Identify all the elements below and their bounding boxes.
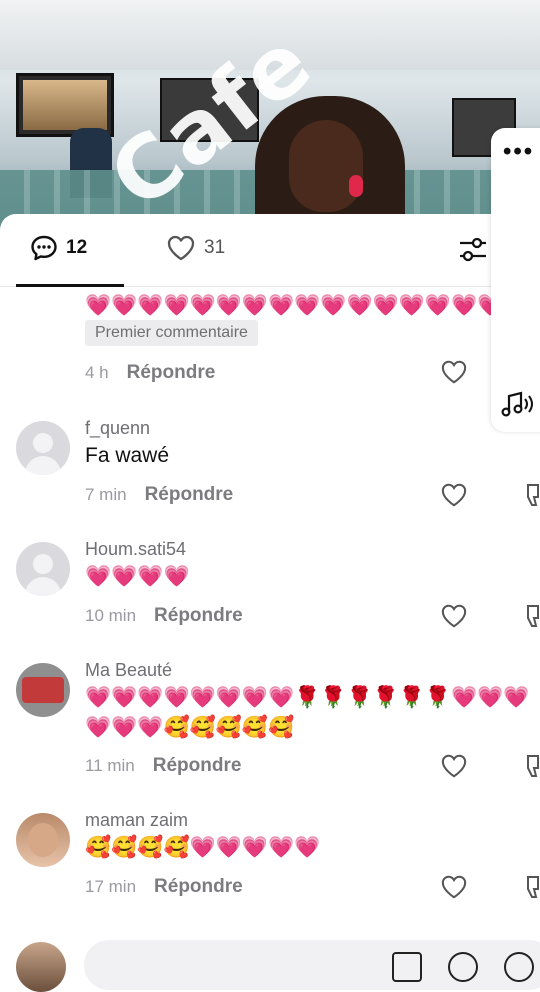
video-person-earring	[349, 175, 363, 197]
comment-time: 17 min	[85, 877, 137, 896]
comment-time: 7 min	[85, 485, 127, 504]
filter-sliders-icon[interactable]	[458, 236, 488, 264]
avatar[interactable]	[16, 663, 70, 717]
music-side-panel[interactable]: •••	[491, 128, 540, 432]
comment-username[interactable]: Ma Beauté	[85, 660, 172, 681]
like-heart-icon[interactable]	[440, 359, 468, 385]
comment-time: 10 min	[85, 606, 137, 625]
reply-button[interactable]: Répondre	[153, 755, 242, 776]
comment-meta: 10 min Répondre	[85, 605, 243, 627]
more-options-icon[interactable]: •••	[503, 138, 534, 166]
reply-button[interactable]: Répondre	[127, 362, 216, 383]
tab-comments[interactable]: 12	[30, 234, 87, 262]
avatar[interactable]	[16, 813, 70, 867]
heart-outline-icon	[167, 235, 195, 261]
image-icon[interactable]	[392, 952, 422, 982]
comment-text-line2: 💗💗💗🥰🥰🥰🥰🥰	[85, 716, 295, 739]
dislike-icon[interactable]	[526, 482, 540, 508]
comment-text: 💗💗💗💗💗💗💗💗🌹🌹🌹🌹🌹🌹💗💗💗	[85, 686, 530, 709]
like-heart-icon[interactable]	[440, 603, 468, 629]
comment-meta: 7 min Répondre	[85, 484, 233, 506]
comment-bubble-icon	[31, 235, 57, 261]
mention-icon[interactable]	[448, 952, 478, 982]
comment-time: 11 min	[85, 756, 135, 775]
dislike-icon[interactable]	[526, 753, 540, 779]
comment-meta: 17 min Répondre	[85, 876, 243, 898]
live-video[interactable]: Cafe	[0, 0, 540, 230]
tab-likes[interactable]: 31	[166, 234, 225, 262]
reply-button[interactable]: Répondre	[145, 484, 234, 505]
dislike-icon[interactable]	[526, 603, 540, 629]
comment-meta: 4 h Répondre	[85, 362, 215, 384]
reply-button[interactable]: Répondre	[154, 876, 243, 897]
comments-tabs: 12 31	[0, 214, 540, 287]
likes-count: 31	[204, 237, 226, 258]
user-avatar[interactable]	[16, 942, 66, 992]
comment-username[interactable]: f_quenn	[85, 418, 150, 439]
dislike-icon[interactable]	[526, 874, 540, 900]
avatar[interactable]	[16, 542, 70, 596]
comment-text: 💗💗💗💗	[85, 565, 190, 588]
avatar[interactable]	[16, 421, 70, 475]
comments-count: 12	[66, 237, 88, 258]
music-note-icon[interactable]	[500, 390, 536, 420]
comment-input-bar	[0, 922, 540, 992]
first-comment-badge: Premier commentaire	[85, 320, 258, 346]
comment-text: 🥰🥰🥰🥰💗💗💗💗💗	[85, 836, 321, 859]
like-heart-icon[interactable]	[440, 753, 468, 779]
comment-text: Fa wawé	[85, 444, 170, 467]
emoji-icon[interactable]	[504, 952, 534, 982]
comment-meta: 11 min Répondre	[85, 755, 241, 777]
reply-button[interactable]: Répondre	[154, 605, 243, 626]
comments-sheet: 12 31 💗💗💗💗💗💗💗💗💗💗💗💗💗💗💗💗 Premier commentai…	[0, 214, 540, 960]
comments-list[interactable]: 💗💗💗💗💗💗💗💗💗💗💗💗💗💗💗💗 Premier commentaire 4 h…	[0, 286, 540, 936]
video-person-face	[289, 120, 363, 212]
like-heart-icon[interactable]	[440, 482, 468, 508]
comment-username[interactable]: maman zaim	[85, 810, 188, 831]
comment-text: 💗💗💗💗💗💗💗💗💗💗💗💗💗💗💗💗	[85, 294, 504, 317]
like-heart-icon[interactable]	[440, 874, 468, 900]
comment-time: 4 h	[85, 363, 109, 382]
comment-username[interactable]: Houm.sati54	[85, 539, 186, 560]
